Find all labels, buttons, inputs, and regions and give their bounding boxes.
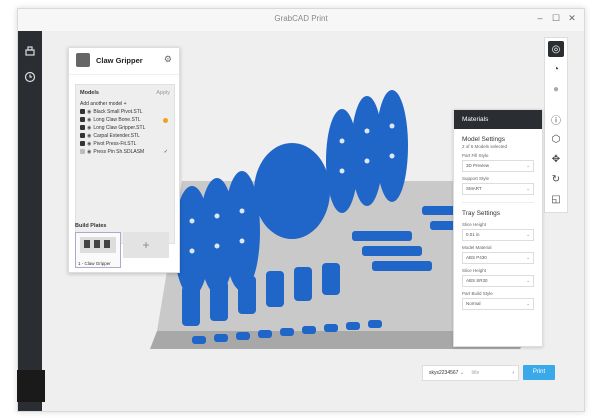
add-plate-button[interactable]: + (123, 232, 169, 258)
app-window: GrabCAD Print – ☐ ✕ Claw Gripper ⚙ Model… (17, 8, 585, 412)
build-plate-thumbnail[interactable]: 1 - Claw Gripper (75, 232, 121, 268)
chevron-down-icon: ⌄ (526, 163, 530, 168)
scale-icon[interactable]: ◱ (548, 191, 564, 207)
eye-icon[interactable]: ◉ (87, 109, 91, 115)
slice-height-label: Slice Height (462, 222, 487, 227)
cube-icon[interactable]: ⬡ (548, 131, 564, 147)
move-icon[interactable]: ✥ (548, 151, 564, 167)
model-material-select[interactable]: ABS P430 ⌄ (462, 252, 534, 264)
project-thumbnail (76, 53, 90, 67)
models-label: Models (80, 90, 99, 96)
checkbox[interactable] (80, 109, 85, 115)
job-title-input[interactable]: title (471, 370, 479, 376)
corner-overlay (17, 370, 45, 402)
materials-header: Materials (454, 110, 542, 129)
build-plates-label: Build Plates (75, 223, 107, 229)
project-panel: Claw Gripper ⚙ Models Apply Add another … (68, 47, 180, 273)
chevron-down-icon: ⌄ (459, 370, 465, 376)
slice-height-2-select[interactable]: ABS SR30 ⌄ (462, 275, 534, 287)
printer-selector[interactable]: skys2234567 ⌄ title › (422, 365, 519, 381)
gear-icon[interactable]: ⚙ (164, 54, 172, 65)
print-button[interactable]: Print (523, 365, 555, 380)
plus-icon: + (123, 101, 127, 107)
checkbox[interactable] (80, 125, 85, 131)
chevron-down-icon: ⌄ (526, 232, 530, 237)
window-title: GrabCAD Print (274, 14, 328, 23)
slice-height-select[interactable]: 0.01 in ⌄ (462, 229, 534, 241)
chevron-down-icon: ⌄ (526, 278, 530, 283)
part-fill-select[interactable]: 3D Preview ⌄ (462, 160, 534, 172)
info-icon[interactable]: ⓘ (548, 111, 564, 127)
view-cube-icon[interactable]: ◎ (548, 41, 564, 57)
chevron-down-icon: ⌄ (526, 301, 530, 306)
add-model-button[interactable]: Add another model + (76, 99, 174, 109)
model-item[interactable]: ◉ Press Pin Sh.SDLASM ✓ (76, 149, 174, 157)
chevron-down-icon: ⌄ (526, 186, 530, 191)
eye-icon[interactable]: ◉ (87, 141, 91, 147)
build-style-label: Part Build Style (462, 291, 493, 296)
title-bar: GrabCAD Print – ☐ ✕ (18, 9, 584, 32)
model-name: Pivot Press-Fit.STL (93, 141, 137, 147)
project-name: Claw Gripper (96, 56, 143, 65)
model-settings-title: Model Settings (462, 136, 505, 143)
eye-icon[interactable]: ◉ (87, 149, 91, 155)
model-name: Black Small Pivot.STL (93, 109, 143, 115)
slice-height-2-value: ABS SR30 (466, 278, 488, 283)
part-fill-label: Part Fill Style (462, 153, 489, 158)
checkbox[interactable] (80, 149, 85, 155)
add-model-label: Add another model (80, 101, 123, 107)
checkbox[interactable] (80, 133, 85, 139)
model-item[interactable]: ◉ Long Claw Bone.STL (76, 117, 174, 125)
printer-name: skys2234567 (429, 370, 459, 376)
materials-panel: Materials Model Settings 2 of 6 Models s… (453, 109, 543, 347)
chevron-right-icon[interactable]: › (512, 366, 514, 380)
models-header: Models Apply (76, 85, 174, 99)
model-item[interactable]: ◉ Long Claw Gripper.STL (76, 125, 174, 133)
build-style-value: Normal (466, 301, 481, 306)
model-name: Press Pin Sh.SDLASM (93, 149, 145, 155)
chevron-down-icon: ⌄ (526, 255, 530, 260)
model-material-label: Model Material (462, 245, 492, 250)
project-header: Claw Gripper ⚙ (69, 48, 179, 75)
model-name: Long Claw Bone.STL (93, 117, 141, 123)
minimize-button[interactable]: – (534, 13, 546, 23)
model-item[interactable]: ◉ Black Small Pivot.STL (76, 109, 174, 117)
apply-button[interactable]: Apply (156, 90, 170, 96)
plate-preview (80, 237, 116, 253)
checkbox[interactable] (80, 117, 85, 123)
tray-settings-title: Tray Settings (462, 210, 501, 217)
clock-estimate-icon[interactable]: ◔ (548, 61, 564, 77)
model-name: Long Claw Gripper.STL (93, 125, 146, 131)
printer-icon[interactable] (22, 43, 38, 59)
close-button[interactable]: ✕ (566, 13, 578, 24)
right-toolbar: ◎ ◔ ● ⓘ ⬡ ✥ ↻ ◱ (544, 37, 568, 213)
warning-badge (163, 118, 168, 123)
support-style-value: SMART (466, 186, 482, 191)
left-rail (18, 31, 42, 411)
maximize-button[interactable]: ☐ (550, 13, 562, 24)
sphere-icon[interactable]: ● (548, 81, 564, 97)
build-style-select[interactable]: Normal ⌄ (462, 298, 534, 310)
part-fill-value: 3D Preview (466, 163, 490, 168)
check-icon: ✓ (163, 149, 168, 155)
model-item[interactable]: ◉ Carpal Extender.STL (76, 133, 174, 141)
eye-icon[interactable]: ◉ (87, 133, 91, 139)
checkbox[interactable] (80, 141, 85, 147)
eye-icon[interactable]: ◉ (87, 117, 91, 123)
support-style-label: Support Style (462, 176, 490, 181)
model-material-value: ABS P430 (466, 255, 487, 260)
plate-label: 1 - Claw Gripper (78, 261, 111, 266)
history-icon[interactable] (22, 69, 38, 85)
slice-height-2-label: Slice Height (462, 268, 487, 273)
model-name: Carpal Extender.STL (93, 133, 140, 139)
slice-height-value: 0.01 in (466, 232, 480, 237)
rotate-icon[interactable]: ↻ (548, 171, 564, 187)
support-style-select[interactable]: SMART ⌄ (462, 183, 534, 195)
eye-icon[interactable]: ◉ (87, 125, 91, 131)
model-item[interactable]: ◉ Pivot Press-Fit.STL (76, 141, 174, 149)
models-list: Models Apply Add another model + ◉ Black … (75, 84, 175, 244)
